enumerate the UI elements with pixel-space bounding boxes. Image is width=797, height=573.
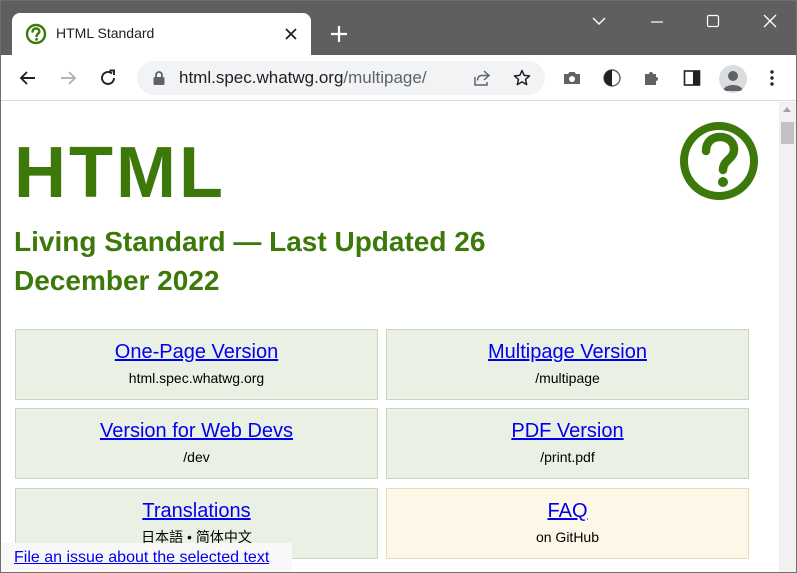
page-title: HTML xyxy=(14,133,226,213)
card-subtitle: /multipage xyxy=(535,370,600,386)
card-subtitle: /dev xyxy=(183,449,210,465)
pdf-version-link[interactable]: PDF Version xyxy=(387,419,748,443)
scroll-up-arrow-icon[interactable] xyxy=(783,107,791,112)
extensions-puzzle-icon[interactable] xyxy=(638,64,666,92)
page-subtitle: Living Standard — Last Updated 26 Decemb… xyxy=(14,226,486,296)
translations-link[interactable]: Translations xyxy=(16,499,377,523)
page-content: HTML Living Standard — Last Updated 26 D… xyxy=(1,102,779,572)
issue-bar: File an issue about the selected text xyxy=(1,543,292,572)
file-issue-link[interactable]: File an issue about the selected text xyxy=(14,549,269,567)
card-pdf: PDF Version /print.pdf xyxy=(386,408,749,479)
multipage-version-link[interactable]: Multipage Version xyxy=(387,340,748,364)
reload-icon[interactable] xyxy=(94,64,122,92)
tab-html-standard[interactable]: HTML Standard xyxy=(12,13,311,55)
browser-window: HTML Standard html.spec.whatwg.org/multi… xyxy=(0,0,797,573)
vertical-scrollbar[interactable] xyxy=(779,102,796,572)
card-multipage: Multipage Version /multipage xyxy=(386,329,749,400)
address-bar[interactable]: html.spec.whatwg.org/multipage/ xyxy=(137,61,545,95)
browser-toolbar: html.spec.whatwg.org/multipage/ xyxy=(1,55,796,101)
bookmark-star-icon[interactable] xyxy=(511,67,533,89)
camera-icon[interactable] xyxy=(558,64,586,92)
faq-link[interactable]: FAQ xyxy=(387,499,748,523)
share-icon[interactable] xyxy=(471,67,493,89)
forward-arrow-icon[interactable] xyxy=(54,64,82,92)
card-subtitle: /print.pdf xyxy=(540,449,595,465)
tab-strip: HTML Standard xyxy=(1,1,796,55)
back-arrow-icon[interactable] xyxy=(14,64,42,92)
web-devs-version-link[interactable]: Version for Web Devs xyxy=(16,419,377,443)
url-text[interactable]: html.spec.whatwg.org/multipage/ xyxy=(179,68,427,88)
scroll-thumb[interactable] xyxy=(781,122,794,144)
card-subtitle: on GitHub xyxy=(535,529,600,545)
whatwg-logo-icon xyxy=(678,120,760,202)
card-faq: FAQ on GitHub xyxy=(386,488,749,559)
tab-title: HTML Standard xyxy=(56,25,155,41)
url-host: html.spec.whatwg.org xyxy=(179,68,344,87)
tab-search-chevron-icon[interactable] xyxy=(587,9,611,33)
lock-icon[interactable] xyxy=(151,70,167,86)
dark-mode-extension-icon[interactable] xyxy=(598,64,626,92)
maximize-icon[interactable] xyxy=(701,9,725,33)
profile-avatar-icon[interactable] xyxy=(719,65,747,93)
card-web-devs: Version for Web Devs /dev xyxy=(15,408,378,479)
side-panel-icon[interactable] xyxy=(678,64,706,92)
minimize-icon[interactable] xyxy=(645,9,669,33)
one-page-version-link[interactable]: One-Page Version xyxy=(16,340,377,364)
url-path: /multipage/ xyxy=(343,68,427,87)
close-window-icon[interactable] xyxy=(758,9,782,33)
card-subtitle: html.spec.whatwg.org xyxy=(128,370,265,386)
tab-close-icon[interactable] xyxy=(280,23,302,45)
kebab-menu-icon[interactable] xyxy=(758,64,786,92)
whatwg-favicon-icon xyxy=(25,23,47,45)
new-tab-plus-icon[interactable] xyxy=(326,21,352,47)
card-one-page: One-Page Version html.spec.whatwg.org xyxy=(15,329,378,400)
